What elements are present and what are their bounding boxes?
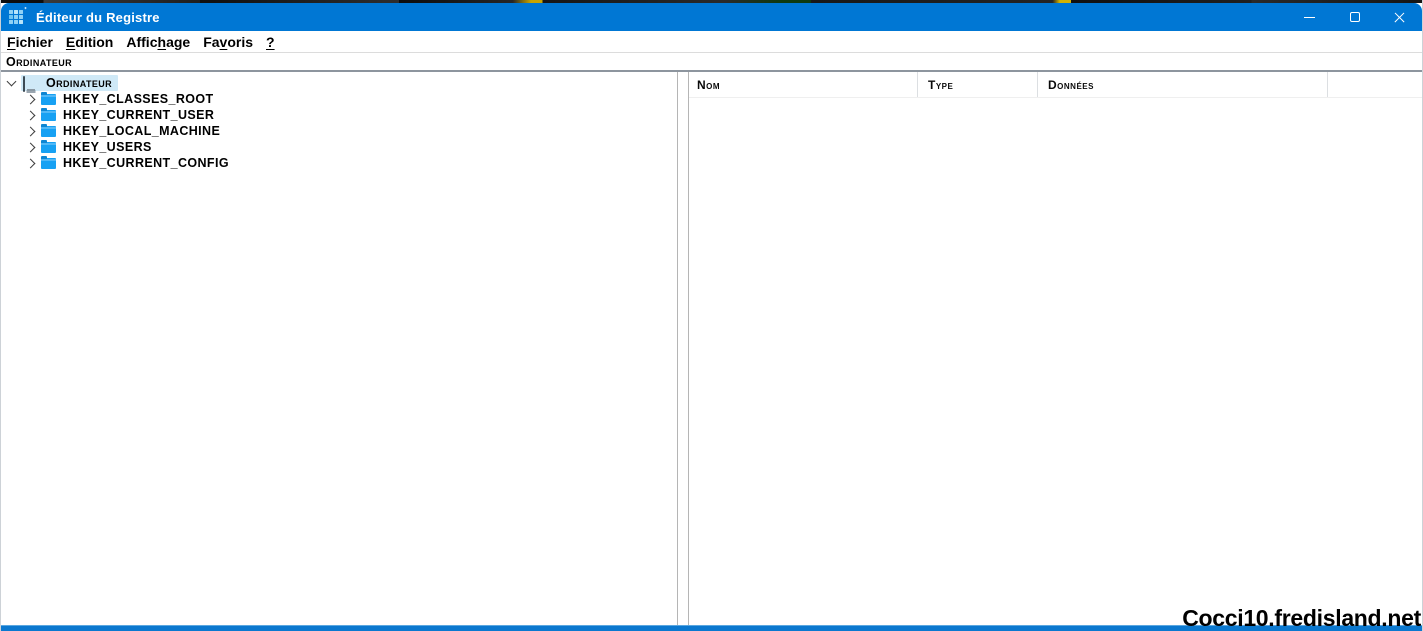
values-list-panel: Nom Type Données	[689, 72, 1422, 625]
tree-item-label: HKEY_LOCAL_MACHINE	[63, 124, 221, 138]
minimize-button[interactable]	[1287, 3, 1332, 31]
selected-tree-item[interactable]: Ordinateur	[21, 75, 119, 92]
folder-icon	[41, 123, 56, 137]
menu-affichage[interactable]: Affichage	[125, 34, 191, 50]
tree-item-hkey-local-machine[interactable]: HKEY_LOCAL_MACHINE	[1, 123, 677, 139]
tree-item-hkey-users[interactable]: HKEY_USERS	[1, 139, 677, 155]
chevron-right-icon[interactable]	[27, 94, 37, 104]
minimize-icon	[1304, 16, 1315, 18]
chevron-right-icon[interactable]	[27, 110, 37, 120]
folder-icon	[41, 139, 56, 153]
folder-icon	[41, 155, 56, 169]
chevron-right-icon[interactable]	[27, 126, 37, 136]
column-header-nom[interactable]: Nom	[689, 72, 917, 97]
folder-icon	[41, 91, 56, 105]
tree-item-label: Ordinateur	[46, 76, 113, 90]
tree-item-label: HKEY_CURRENT_CONFIG	[63, 156, 229, 170]
address-bar[interactable]: Ordinateur	[1, 53, 1422, 72]
list-header: Nom Type Données	[689, 72, 1422, 98]
menu-favoris[interactable]: Favoris	[202, 34, 254, 50]
title-bar[interactable]: Éditeur du Registre	[1, 3, 1422, 31]
watermark-text: Cocci10.fredisland.net	[1182, 605, 1421, 631]
tree-item-label: HKEY_USERS	[63, 140, 152, 154]
column-header-empty	[1327, 72, 1422, 97]
column-header-type[interactable]: Type	[917, 72, 1037, 97]
column-header-donnees[interactable]: Données	[1037, 72, 1327, 97]
menu-bar: Fichier Edition Affichage Favoris ?	[1, 31, 1422, 53]
tree-item-hkey-classes-root[interactable]: HKEY_CLASSES_ROOT	[1, 91, 677, 107]
folder-icon	[41, 107, 56, 121]
window-controls	[1287, 3, 1422, 31]
maximize-icon	[1349, 12, 1360, 22]
regedit-window: Éditeur du Registre Fichier Edition Affi…	[0, 0, 1423, 631]
tree-item-label: HKEY_CURRENT_USER	[63, 108, 215, 122]
menu-edition[interactable]: Edition	[65, 34, 114, 50]
chevron-right-icon[interactable]	[27, 142, 37, 152]
main-area: Ordinateur HKEY_CLASSES_ROOT HKEY_CURREN…	[1, 72, 1422, 625]
window-title: Éditeur du Registre	[36, 9, 160, 25]
computer-icon	[23, 75, 39, 92]
tree-item-label: HKEY_CLASSES_ROOT	[63, 92, 214, 106]
close-icon	[1393, 11, 1406, 24]
values-list-body[interactable]	[689, 98, 1422, 625]
close-button[interactable]	[1377, 3, 1422, 31]
maximize-button[interactable]	[1332, 3, 1377, 31]
menu-fichier[interactable]: Fichier	[6, 34, 54, 50]
address-bar-value: Ordinateur	[6, 54, 73, 69]
menu-help[interactable]: ?	[265, 34, 276, 50]
chevron-right-icon[interactable]	[27, 158, 37, 168]
tree-item-ordinateur[interactable]: Ordinateur	[1, 75, 677, 92]
registry-editor-icon	[9, 9, 24, 25]
tree-item-hkey-current-user[interactable]: HKEY_CURRENT_USER	[1, 107, 677, 123]
tree-item-hkey-current-config[interactable]: HKEY_CURRENT_CONFIG	[1, 155, 677, 171]
chevron-down-icon[interactable]	[7, 78, 17, 88]
registry-tree-panel: Ordinateur HKEY_CLASSES_ROOT HKEY_CURREN…	[1, 72, 678, 625]
panel-splitter[interactable]	[678, 72, 689, 625]
